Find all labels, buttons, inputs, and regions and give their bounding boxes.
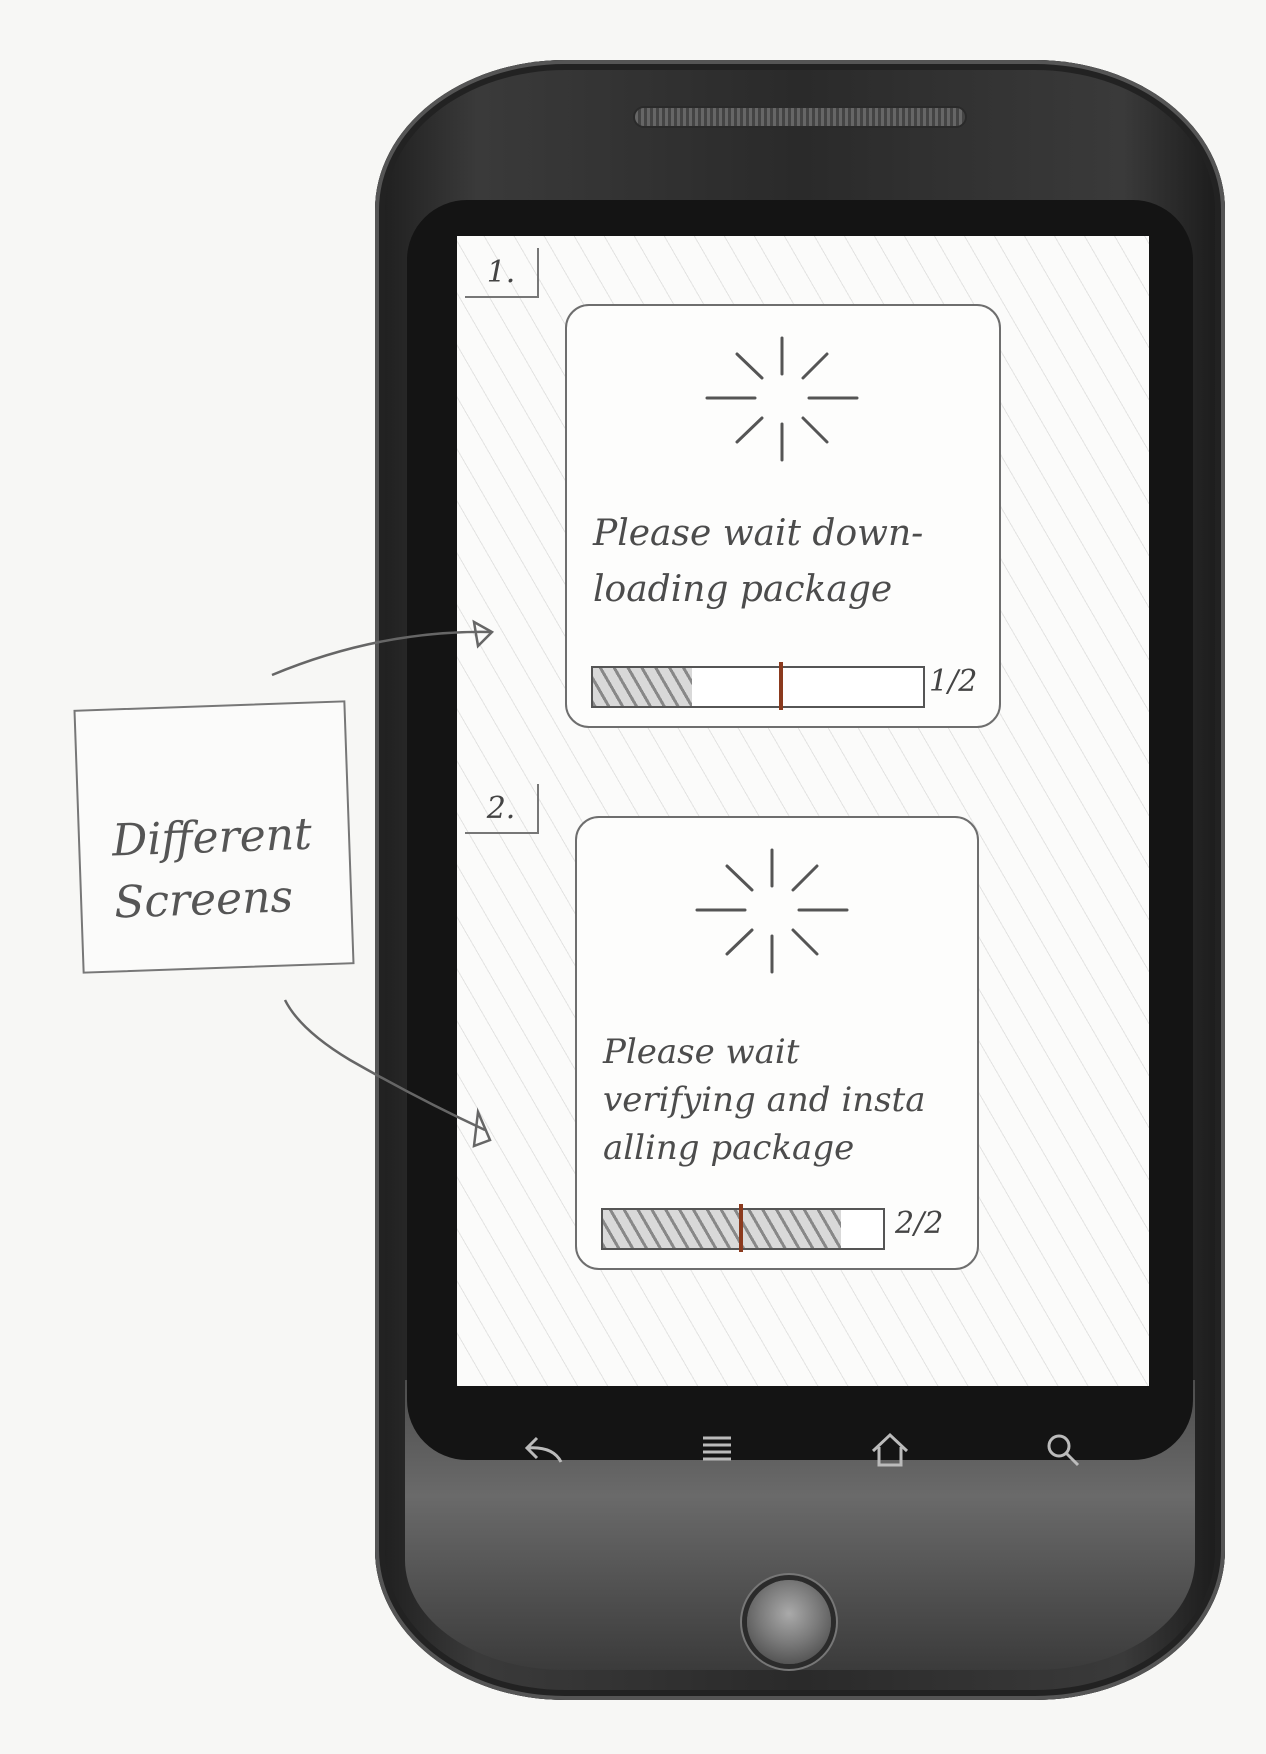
home-nav-button[interactable] bbox=[860, 1420, 920, 1480]
menu-button[interactable] bbox=[687, 1420, 747, 1480]
menu-icon bbox=[702, 1436, 731, 1461]
speaker-grille bbox=[635, 108, 965, 126]
search-icon bbox=[1047, 1434, 1079, 1467]
progress-fill-1 bbox=[593, 668, 692, 706]
loading-message-1: Please wait down- loading package bbox=[593, 513, 924, 610]
progress-marker-1 bbox=[779, 662, 783, 710]
back-icon bbox=[524, 1436, 562, 1463]
phone-screen: 1. Please wait down- loading package 1/2… bbox=[457, 236, 1149, 1386]
physical-home-button[interactable] bbox=[747, 1580, 831, 1664]
loading-dialog-2: Please wait verifying and insta alling p… bbox=[575, 816, 979, 1270]
progress-marker-2 bbox=[739, 1204, 743, 1252]
progress-bar-1 bbox=[591, 666, 925, 708]
phone-frame: 1. Please wait down- loading package 1/2… bbox=[375, 60, 1225, 1700]
progress-fill-2 bbox=[603, 1210, 841, 1248]
progress-count-1: 1/2 bbox=[929, 664, 978, 699]
spinner-icon bbox=[705, 336, 859, 462]
step-label-2: 2. bbox=[465, 784, 539, 834]
step-label-1: 1. bbox=[465, 248, 539, 298]
back-button[interactable] bbox=[514, 1420, 574, 1480]
loading-dialog-1: Please wait down- loading package 1/2 bbox=[565, 304, 1001, 728]
home-icon bbox=[871, 1432, 908, 1467]
annotation-text: Different Screens bbox=[111, 808, 313, 929]
search-button[interactable] bbox=[1033, 1420, 1093, 1480]
nav-bar bbox=[457, 1415, 1149, 1485]
progress-bar-2 bbox=[601, 1208, 885, 1250]
loading-message-2: Please wait verifying and insta alling p… bbox=[603, 1032, 926, 1168]
spinner-icon bbox=[695, 848, 849, 974]
annotation-note: Different Screens bbox=[73, 700, 355, 974]
progress-count-2: 2/2 bbox=[895, 1206, 944, 1241]
